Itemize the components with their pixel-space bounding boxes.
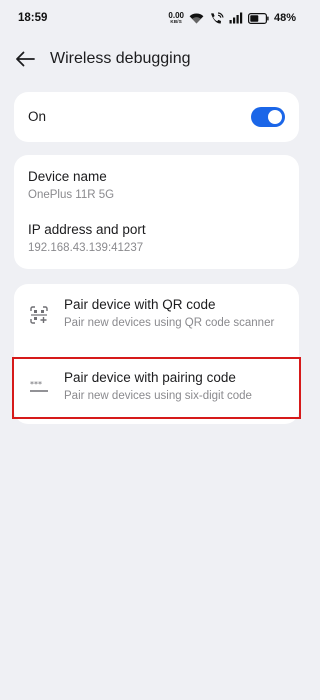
ip-address-title: IP address and port: [28, 222, 146, 237]
device-info-card: Device name OnePlus 11R 5G IP address an…: [14, 155, 299, 269]
ip-address-row[interactable]: IP address and port 192.168.43.139:41237: [28, 222, 146, 254]
back-button[interactable]: [13, 47, 37, 71]
qr-scan-icon: [30, 306, 48, 324]
pair-qr-texts: Pair device with QR code Pair new device…: [64, 297, 284, 332]
pair-qr-title: Pair device with QR code: [64, 297, 216, 312]
network-speed-unit: KB/S: [170, 18, 182, 24]
highlight-box: [12, 357, 301, 419]
wireless-debugging-switch[interactable]: [251, 107, 285, 127]
battery-icon: [247, 12, 269, 24]
screen: 18:59 0.00 KB/S 48% Wireless debugging O…: [0, 0, 313, 700]
arrow-left-icon: [15, 51, 35, 67]
status-time: 18:59: [18, 12, 48, 24]
device-name-row[interactable]: Device name OnePlus 11R 5G: [28, 169, 114, 201]
switch-knob: [268, 110, 282, 124]
page-title: Wireless debugging: [50, 50, 191, 67]
app-bar: Wireless debugging: [0, 40, 313, 78]
battery-percent: 48%: [273, 12, 296, 24]
pair-with-qr-code-item[interactable]: Pair device with QR code Pair new device…: [14, 284, 299, 354]
network-speed: 0.00 KB/S: [168, 11, 184, 25]
toggle-label: On: [28, 109, 47, 124]
ip-address-value: 192.168.43.139:41237: [28, 242, 144, 254]
pair-qr-subtitle: Pair new devices using QR code scanner: [64, 317, 275, 329]
wifi-calling-icon: [209, 11, 224, 25]
device-name-title: Device name: [28, 169, 107, 184]
wifi-icon: [189, 12, 204, 24]
wireless-debugging-toggle-row[interactable]: On: [14, 92, 299, 142]
device-name-value: OnePlus 11R 5G: [28, 189, 115, 201]
cellular-signal-icon: [229, 12, 243, 24]
status-bar: 18:59 0.00 KB/S 48%: [0, 0, 313, 36]
status-icons: 0.00 KB/S 48%: [168, 11, 296, 25]
